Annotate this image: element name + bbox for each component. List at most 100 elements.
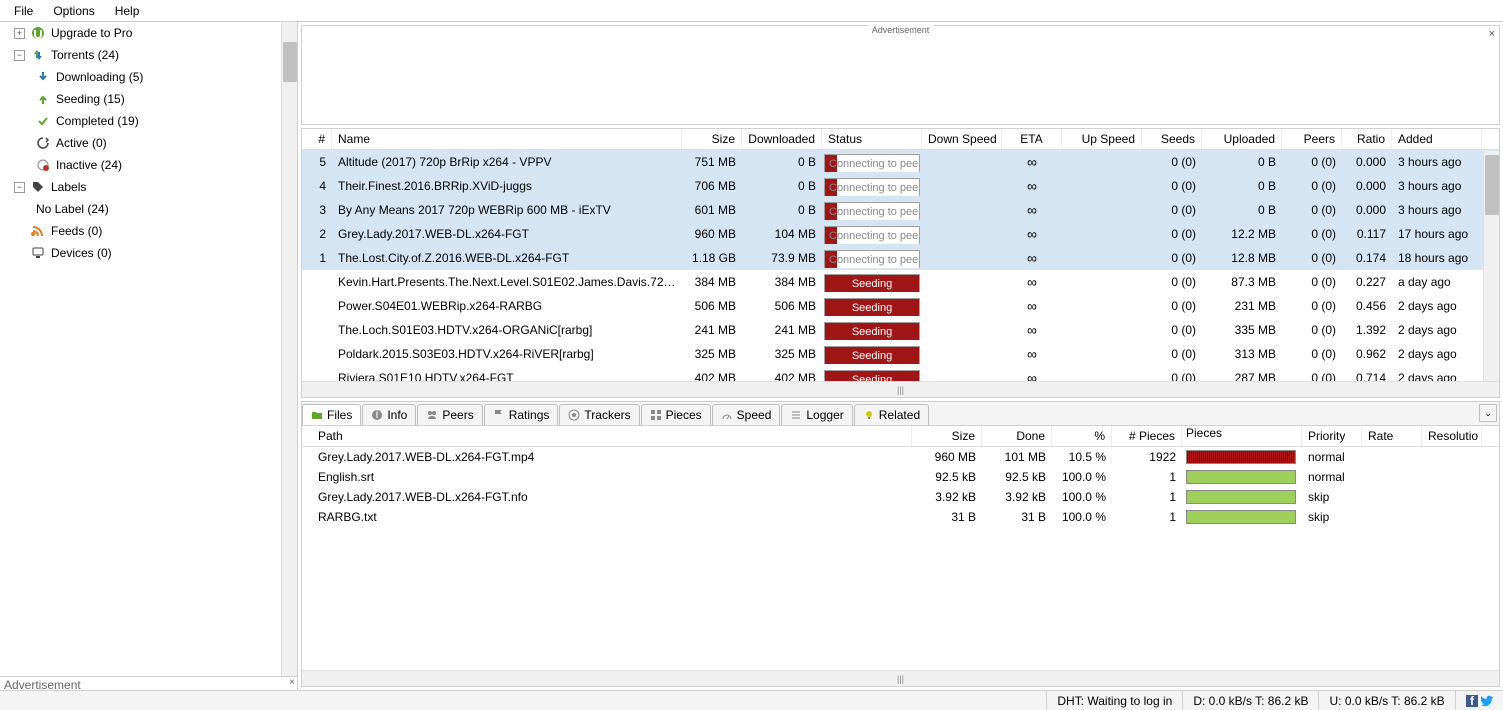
utorrent-icon (31, 26, 45, 40)
col-downloaded[interactable]: Downloaded (742, 129, 822, 149)
col-downspeed[interactable]: Down Speed (922, 129, 1002, 149)
sidebar-downloading[interactable]: Downloading (5) (0, 66, 297, 88)
sidebar-torrents[interactable]: − Torrents (24) (0, 44, 297, 66)
pieces-bar (1186, 510, 1296, 524)
fcol-pct[interactable]: % (1052, 426, 1112, 446)
sidebar-seeding[interactable]: Seeding (15) (0, 88, 297, 110)
file-row[interactable]: English.srt92.5 kB92.5 kB100.0 %1normal (302, 467, 1499, 487)
sidebar-active[interactable]: Active (0) (0, 132, 297, 154)
collapse-icon[interactable]: − (14, 50, 25, 61)
col-uploaded[interactable]: Uploaded (1202, 129, 1282, 149)
close-icon[interactable]: × (289, 677, 295, 688)
social-icons[interactable]: f (1455, 691, 1503, 710)
tab-ratings[interactable]: Ratings (484, 404, 559, 425)
col-upspeed[interactable]: Up Speed (1062, 129, 1142, 149)
bulb-icon (863, 409, 875, 421)
device-icon (31, 246, 45, 260)
sidebar-nolabel[interactable]: No Label (24) (0, 198, 297, 220)
sidebar: + Upgrade to Pro − Torrents (24) Downloa… (0, 22, 298, 690)
torrent-row[interactable]: Kevin.Hart.Presents.The.Next.Level.S01E0… (302, 270, 1499, 294)
tab-trackers[interactable]: Trackers (559, 404, 639, 425)
rss-icon (31, 224, 45, 238)
upload-icon (36, 92, 50, 106)
sidebar-feeds[interactable]: Feeds (0) (0, 220, 297, 242)
fcol-resolution[interactable]: Resolutio (1422, 426, 1482, 446)
col-num[interactable]: # (302, 129, 332, 149)
menu-file[interactable]: File (4, 2, 43, 20)
fcol-size[interactable]: Size (912, 426, 982, 446)
files-header[interactable]: Path Size Done % # Pieces Pieces Priorit… (302, 426, 1499, 447)
fcol-rate[interactable]: Rate (1362, 426, 1422, 446)
sidebar-label: Active (0) (56, 136, 107, 150)
collapse-icon[interactable]: − (14, 182, 25, 193)
sidebar-ad-label: Advertisement × (0, 676, 297, 690)
expand-icon[interactable]: + (14, 28, 25, 39)
info-icon: i (371, 409, 383, 421)
tab-peers[interactable]: Peers (417, 404, 482, 425)
torrent-vscroll[interactable] (1483, 151, 1499, 381)
tab-overflow[interactable]: ⌄ (1479, 404, 1497, 422)
file-row[interactable]: Grey.Lady.2017.WEB-DL.x264-FGT.nfo3.92 k… (302, 487, 1499, 507)
fcol-priority[interactable]: Priority (1302, 426, 1362, 446)
file-row[interactable]: RARBG.txt31 B31 B100.0 %1skip (302, 507, 1499, 527)
tag-icon (31, 180, 45, 194)
col-size[interactable]: Size (682, 129, 742, 149)
torrent-row[interactable]: 4Their.Finest.2016.BRRip.XViD-juggs706 M… (302, 174, 1499, 198)
tab-pieces[interactable]: Pieces (641, 404, 711, 425)
menu-help[interactable]: Help (105, 2, 150, 20)
sidebar-labels[interactable]: − Labels (0, 176, 297, 198)
col-seeds[interactable]: Seeds (1142, 129, 1202, 149)
tab-related[interactable]: Related (854, 404, 929, 425)
status-down: D: 0.0 kB/s T: 86.2 kB (1182, 691, 1318, 710)
list-icon (790, 409, 802, 421)
file-row[interactable]: Grey.Lady.2017.WEB-DL.x264-FGT.mp4960 MB… (302, 447, 1499, 467)
ad-label: Advertisement (868, 25, 934, 35)
torrent-row[interactable]: 5Altitude (2017) 720p BrRip x264 - VPPV7… (302, 150, 1499, 174)
fcol-path[interactable]: Path (302, 426, 912, 446)
sidebar-completed[interactable]: Completed (19) (0, 110, 297, 132)
col-eta[interactable]: ETA (1002, 129, 1062, 149)
files-hscroll[interactable]: ||| (302, 670, 1499, 686)
sidebar-label: Torrents (24) (51, 48, 119, 62)
torrent-row[interactable]: 2Grey.Lady.2017.WEB-DL.x264-FGT960 MB104… (302, 222, 1499, 246)
sidebar-devices[interactable]: Devices (0) (0, 242, 297, 264)
torrent-row[interactable]: Riviera.S01E10.HDTV.x264-FGT402 MB402 MB… (302, 366, 1499, 381)
status-dht: DHT: Waiting to log in (1046, 691, 1182, 710)
check-icon (36, 114, 50, 128)
tab-speed[interactable]: Speed (712, 404, 781, 425)
torrent-hscroll[interactable]: ||| (302, 381, 1499, 397)
col-added[interactable]: Added (1392, 129, 1482, 149)
download-icon (36, 70, 50, 84)
torrent-row[interactable]: The.Loch.S01E03.HDTV.x264-ORGANiC[rarbg]… (302, 318, 1499, 342)
flag-icon (493, 409, 505, 421)
menu-bar: File Options Help (0, 0, 1503, 22)
sidebar-inactive[interactable]: Inactive (24) (0, 154, 297, 176)
torrent-row[interactable]: Poldark.2015.S03E03.HDTV.x264-RiVER[rarb… (302, 342, 1499, 366)
gauge-icon (721, 409, 733, 421)
col-ratio[interactable]: Ratio (1342, 129, 1392, 149)
fcol-done[interactable]: Done (982, 426, 1052, 446)
pieces-bar (1186, 470, 1296, 484)
sidebar-upgrade[interactable]: + Upgrade to Pro (0, 22, 297, 44)
torrent-list-header[interactable]: # Name Size Downloaded Status Down Speed… (302, 129, 1499, 150)
tab-files[interactable]: Files (302, 404, 361, 425)
tab-info[interactable]: iInfo (362, 404, 416, 425)
active-icon (36, 136, 50, 150)
sidebar-label: Inactive (24) (56, 158, 122, 172)
sidebar-scrollbar[interactable] (281, 22, 297, 676)
col-peers[interactable]: Peers (1282, 129, 1342, 149)
fcol-npieces[interactable]: # Pieces (1112, 426, 1182, 446)
menu-options[interactable]: Options (43, 2, 104, 20)
torrent-row[interactable]: 1The.Lost.City.of.Z.2016.WEB-DL.x264-FGT… (302, 246, 1499, 270)
torrent-row[interactable]: Power.S04E01.WEBRip.x264-RARBG506 MB506 … (302, 294, 1499, 318)
twitter-icon[interactable] (1481, 695, 1493, 707)
fcol-pieces[interactable]: Pieces (1182, 426, 1302, 446)
col-name[interactable]: Name (332, 129, 682, 149)
tab-logger[interactable]: Logger (781, 404, 852, 425)
close-icon[interactable]: × (1489, 28, 1495, 40)
grid-icon (650, 409, 662, 421)
torrent-row[interactable]: 3By Any Means 2017 720p WEBRip 600 MB - … (302, 198, 1499, 222)
target-icon (568, 409, 580, 421)
col-status[interactable]: Status (822, 129, 922, 149)
facebook-icon[interactable]: f (1466, 695, 1478, 707)
